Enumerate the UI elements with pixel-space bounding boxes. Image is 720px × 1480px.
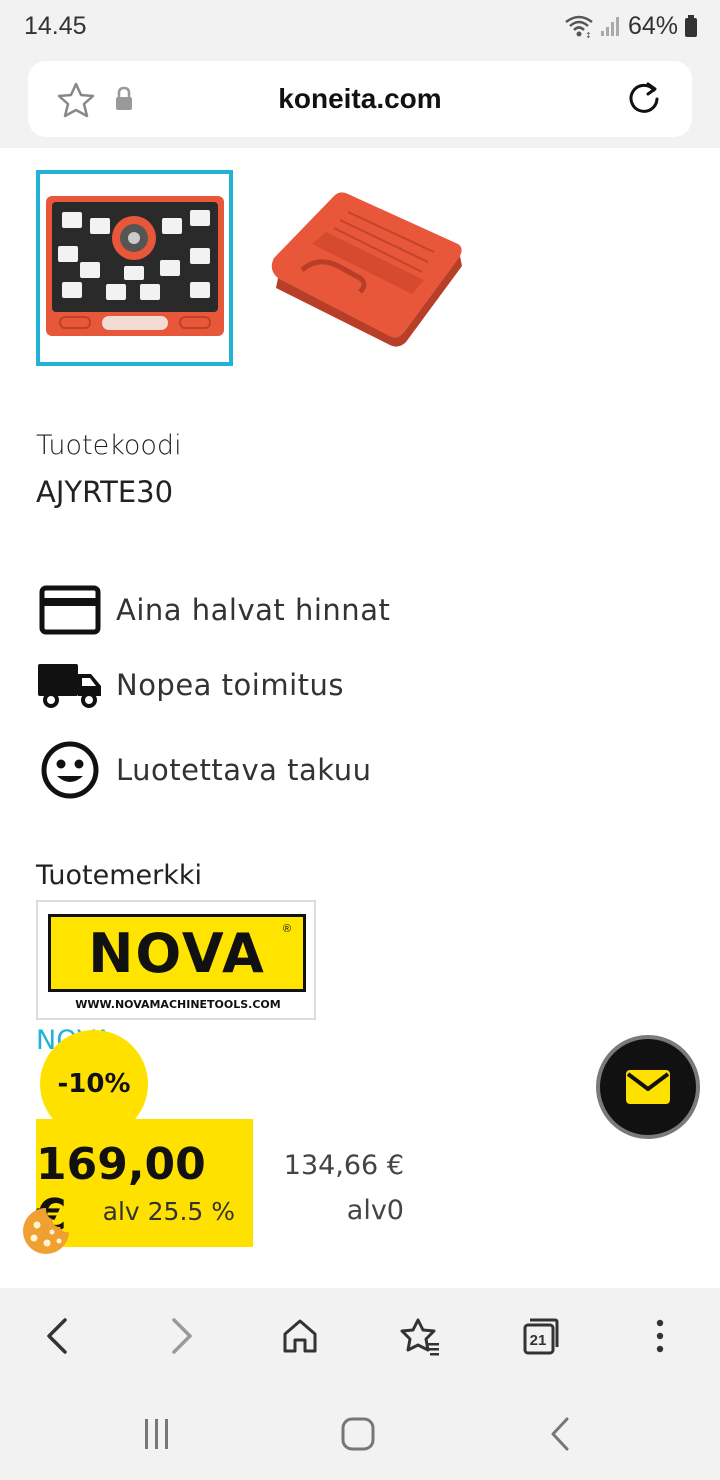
wifi-icon: ↕ — [565, 15, 593, 38]
registered-mark-icon: ® — [282, 923, 291, 935]
system-recents-button[interactable] — [137, 1414, 177, 1454]
system-navigation-bar — [0, 1384, 720, 1480]
price-without-vat: 134,66 € — [283, 1150, 404, 1181]
feature-low-prices: Aina halvat hinnat — [36, 580, 390, 640]
feature-label: Aina halvat hinnat — [116, 593, 391, 627]
tab-count: 21 — [529, 1331, 547, 1349]
feature-fast-delivery: Nopea toimitus — [36, 655, 344, 715]
credit-card-icon — [36, 580, 104, 640]
signal-icon — [600, 17, 619, 36]
product-thumbnail-closed-case[interactable] — [262, 182, 472, 352]
home-icon — [283, 1319, 317, 1353]
brand-logo[interactable]: NOVA ® WWW.NOVAMACHINETOOLS.COM — [36, 900, 316, 1020]
browser-toolbar: 21 — [0, 1288, 720, 1384]
browser-back-button[interactable] — [32, 1310, 84, 1362]
bookmarks-icon — [400, 1318, 439, 1356]
brand-logo-url: WWW.NOVAMACHINETOOLS.COM — [75, 998, 281, 1011]
product-code-label: Tuotekoodi — [36, 430, 182, 461]
battery-icon — [685, 15, 697, 37]
brand-label: Tuotemerkki — [36, 860, 203, 891]
brand-logo-plate: NOVA ® — [48, 914, 306, 992]
discount-badge: -10% — [40, 1030, 148, 1138]
url-domain[interactable]: koneita.com — [28, 83, 692, 115]
back-icon — [551, 1417, 569, 1451]
feature-reliable-warranty: Luotettava takuu — [36, 740, 371, 800]
back-icon — [47, 1318, 67, 1354]
cookie-settings-button[interactable] — [20, 1205, 72, 1257]
status-icons: ↕ 64% — [564, 10, 698, 42]
feature-label: Nopea toimitus — [116, 668, 345, 702]
home-icon — [341, 1417, 375, 1451]
browser-tabs-button[interactable]: 21 — [514, 1310, 566, 1362]
product-image-open-case — [46, 196, 224, 336]
contact-mail-button[interactable] — [596, 1035, 700, 1139]
price-vat-note: alv 25.5 % — [102, 1197, 235, 1226]
price-without-vat-note: alv0 — [346, 1195, 404, 1226]
url-bar-area: koneita.com — [0, 52, 720, 148]
product-thumbnail-open-case[interactable] — [36, 170, 233, 366]
product-code-value: AJYRTE30 — [36, 475, 174, 509]
recents-icon — [145, 1419, 168, 1449]
brand-logo-text: NOVA — [88, 921, 266, 985]
reload-icon[interactable] — [624, 79, 664, 119]
browser-forward-button[interactable] — [155, 1310, 207, 1362]
status-time: 14.45 — [24, 12, 87, 40]
battery-percent: 64% — [627, 11, 678, 40]
address-bar[interactable]: koneita.com — [28, 61, 692, 137]
cookie-icon — [23, 1208, 69, 1254]
feature-label: Luotettava takuu — [116, 753, 372, 787]
svg-text:↕: ↕ — [585, 31, 592, 38]
browser-home-button[interactable] — [274, 1310, 326, 1362]
status-bar: 14.45 ↕ 64% — [0, 0, 720, 52]
mail-icon — [626, 1070, 670, 1104]
system-home-button[interactable] — [338, 1414, 378, 1454]
system-back-button[interactable] — [540, 1414, 580, 1454]
forward-icon — [172, 1318, 192, 1354]
menu-icon — [656, 1319, 664, 1353]
browser-bookmarks-button[interactable] — [394, 1310, 446, 1362]
smiley-icon — [36, 740, 104, 800]
truck-icon — [36, 655, 104, 715]
browser-menu-button[interactable] — [634, 1310, 686, 1362]
product-image-closed-case — [271, 192, 462, 347]
